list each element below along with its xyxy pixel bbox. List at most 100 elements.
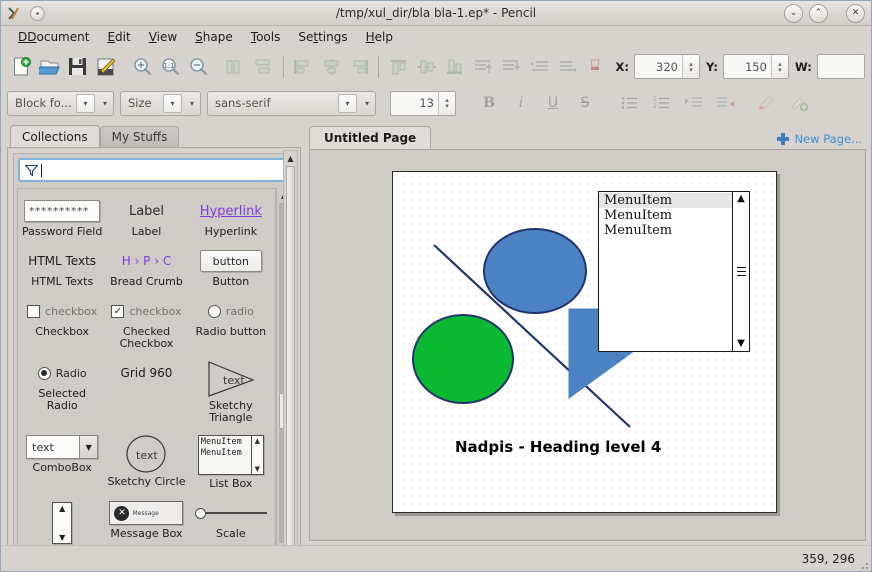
- menu-view[interactable]: View: [140, 28, 186, 46]
- font-family-dropdown-icon[interactable]: ▾: [359, 99, 375, 108]
- maximize-button[interactable]: ⌃: [809, 3, 828, 23]
- bold-button[interactable]: B: [476, 90, 502, 116]
- menu-document[interactable]: DDocumentDocument: [9, 28, 98, 46]
- minimize-button[interactable]: ⌄: [784, 3, 803, 23]
- size-chevron-down-icon[interactable]: ▾: [163, 93, 182, 113]
- window-menu-icon[interactable]: [30, 5, 45, 21]
- palette-item-sketchy-circle[interactable]: text Sketchy Circle: [104, 431, 188, 495]
- collections-scroll-up-icon[interactable]: ▲: [284, 151, 297, 165]
- palette-item-checked-checkbox[interactable]: ✓ checkbox Checked Checkbox: [104, 295, 188, 355]
- clear-formatting-icon[interactable]: [581, 52, 609, 81]
- resize-grip-icon[interactable]: [858, 559, 868, 569]
- collections-scroll-thumb[interactable]: [286, 166, 295, 545]
- palette-item-bread-crumb[interactable]: H › P › C Bread Crumb: [104, 245, 188, 293]
- numbered-list-icon[interactable]: 12: [648, 90, 674, 116]
- tab-collections[interactable]: Collections: [10, 125, 100, 147]
- align-center-icon[interactable]: [317, 52, 345, 81]
- edit-properties-icon[interactable]: [91, 52, 119, 81]
- x-value[interactable]: 320: [635, 60, 682, 74]
- menu-shape[interactable]: Shape: [186, 28, 242, 46]
- palette-item-hyperlink[interactable]: Hyperlink Hyperlink: [189, 195, 273, 243]
- palette-item-list-box[interactable]: MenuItem MenuItem ▲ ▼ List Box: [189, 431, 273, 495]
- size-combo[interactable]: Size ▾ ▾: [120, 90, 201, 116]
- save-icon[interactable]: [63, 52, 91, 81]
- canvas-listbox-scroll-down-icon[interactable]: ▼: [737, 339, 745, 349]
- collections-scroll-track[interactable]: [284, 165, 297, 545]
- canvas-listbox-item[interactable]: MenuItem: [599, 193, 732, 208]
- canvas-listbox-widget[interactable]: MenuItem MenuItem MenuItem ▲ ▼: [598, 191, 750, 352]
- palette-item-html-texts[interactable]: HTML Texts HTML Texts: [20, 245, 104, 293]
- palette-item-grid960[interactable]: Grid 960: [104, 357, 188, 429]
- canvas-listbox-scroll-grip[interactable]: [736, 267, 746, 276]
- block-format-dropdown-icon[interactable]: ▾: [97, 99, 113, 108]
- palette-item-selected-radio[interactable]: Radio Selected Radio: [20, 357, 104, 429]
- canvas-listbox-scroll-up-icon[interactable]: ▲: [737, 194, 745, 204]
- align-middle-icon[interactable]: [412, 52, 440, 81]
- w-spinbox[interactable]: [816, 54, 865, 79]
- palette-item-password-field[interactable]: ********** Password Field: [20, 195, 104, 243]
- font-size-value[interactable]: 13: [391, 96, 438, 110]
- block-format-chevron-down-icon[interactable]: ▾: [76, 93, 95, 113]
- bulleted-list-icon[interactable]: [616, 90, 642, 116]
- font-family-combo[interactable]: sans-serif ▾ ▾: [207, 90, 376, 116]
- palette-item-spinner[interactable]: ▲ ▼: [20, 497, 104, 545]
- align-left-icon[interactable]: [289, 52, 317, 81]
- new-document-icon[interactable]: [7, 52, 35, 81]
- palette-item-radio-button[interactable]: radio Radio button: [189, 295, 273, 355]
- y-spinbox[interactable]: 150 ▴ ▾: [722, 54, 789, 79]
- text-color-icon[interactable]: [754, 90, 780, 116]
- align-right-icon[interactable]: [345, 52, 373, 81]
- menu-help[interactable]: Help: [357, 28, 402, 46]
- menu-edit[interactable]: Edit: [98, 28, 139, 46]
- send-to-back-icon[interactable]: [497, 52, 525, 81]
- tab-untitled-page[interactable]: Untitled Page: [309, 126, 432, 149]
- canvas-listbox-scrollbar[interactable]: ▲ ▼: [732, 192, 749, 351]
- block-format-combo[interactable]: Block fo... ▾ ▾: [7, 90, 114, 116]
- font-size-spin-arrows[interactable]: ▴ ▾: [438, 91, 455, 115]
- bring-to-front-icon[interactable]: [469, 52, 497, 81]
- strikethrough-button[interactable]: S: [572, 90, 598, 116]
- canvas-page[interactable]: MenuItem MenuItem MenuItem ▲ ▼ Nadpis - …: [392, 171, 777, 513]
- menu-tools[interactable]: Tools: [242, 28, 290, 46]
- y-value[interactable]: 150: [724, 60, 771, 74]
- size-dropdown-icon[interactable]: ▾: [184, 99, 200, 108]
- x-spin-arrows[interactable]: ▴ ▾: [682, 55, 699, 78]
- y-spin-arrows[interactable]: ▴ ▾: [770, 55, 788, 78]
- palette-item-label[interactable]: Label Label: [104, 195, 188, 243]
- italic-button[interactable]: i: [508, 90, 534, 116]
- palette-item-checkbox[interactable]: checkbox Checkbox: [20, 295, 104, 355]
- canvas-listbox-item[interactable]: MenuItem: [599, 223, 732, 238]
- close-button[interactable]: ✕: [846, 3, 865, 23]
- menu-settings[interactable]: Settings: [289, 28, 356, 46]
- zoom-reset-icon[interactable]: 1:1: [157, 52, 185, 81]
- zoom-in-icon[interactable]: [128, 52, 156, 81]
- indent-icon[interactable]: [680, 90, 706, 116]
- outdent-icon[interactable]: [712, 90, 738, 116]
- search-input[interactable]: [18, 158, 290, 182]
- palette-item-message-box[interactable]: ✕ Message Message Box: [104, 497, 188, 545]
- highlight-color-icon[interactable]: [786, 90, 812, 116]
- open-document-icon[interactable]: [35, 52, 63, 81]
- tab-my-stuffs[interactable]: My Stuffs: [99, 126, 180, 147]
- align-top-icon[interactable]: [384, 52, 412, 81]
- send-backward-icon[interactable]: [553, 52, 581, 81]
- bring-forward-icon[interactable]: [525, 52, 553, 81]
- distribute-horizontal-icon[interactable]: [222, 52, 250, 81]
- canvas-heading-text[interactable]: Nadpis - Heading level 4: [455, 438, 661, 456]
- align-bottom-icon[interactable]: [441, 52, 469, 81]
- distribute-vertical-icon[interactable]: [250, 52, 278, 81]
- collections-scrollbar[interactable]: ▲ ▼: [283, 150, 298, 545]
- x-spinbox[interactable]: 320 ▴ ▾: [634, 54, 700, 79]
- palette-item-sketchy-triangle[interactable]: text Sketchy Triangle: [189, 357, 273, 429]
- underline-button[interactable]: U: [540, 90, 566, 116]
- canvas-frame[interactable]: MenuItem MenuItem MenuItem ▲ ▼ Nadpis - …: [309, 149, 866, 541]
- zoom-out-icon[interactable]: [185, 52, 213, 81]
- workspace-pane: Untitled Page New Page... MenuItem MenuI…: [304, 121, 871, 545]
- canvas-listbox-item[interactable]: MenuItem: [599, 208, 732, 223]
- font-family-chevron-down-icon[interactable]: ▾: [338, 93, 357, 113]
- palette-item-button[interactable]: button Button: [189, 245, 273, 293]
- palette-item-scale[interactable]: Scale: [189, 497, 273, 545]
- font-size-spinbox[interactable]: 13 ▴ ▾: [390, 90, 456, 116]
- palette-item-combobox[interactable]: text ▼ ComboBox: [20, 431, 104, 495]
- new-page-button[interactable]: New Page...: [777, 132, 866, 149]
